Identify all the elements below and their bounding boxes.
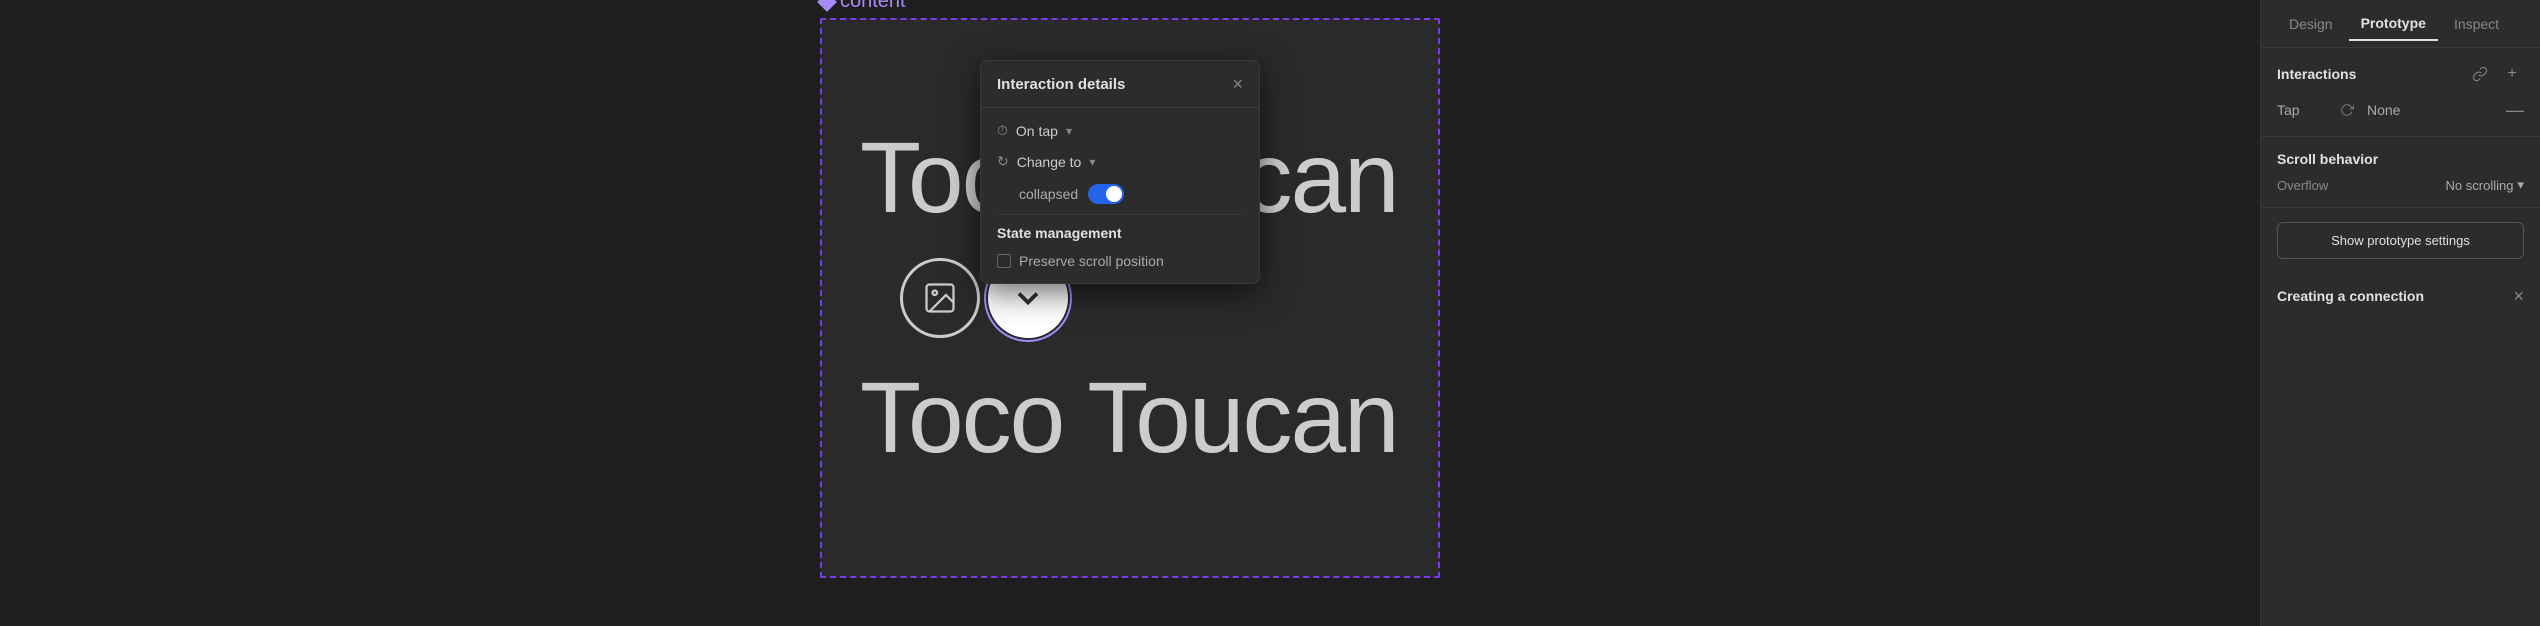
preserve-scroll-checkbox[interactable] — [997, 254, 1011, 268]
remove-interaction-button[interactable]: — — [2506, 100, 2524, 121]
tab-design[interactable]: Design — [2277, 8, 2345, 40]
interactions-section: Interactions + Tap — [2261, 48, 2540, 137]
change-to-row[interactable]: ↻ Change to ▾ — [997, 153, 1243, 170]
no-scrolling-value[interactable]: No scrolling ▾ — [2446, 177, 2524, 193]
interaction-details-panel: Interaction details × ⏱ On tap ▾ ↻ Chang… — [980, 60, 1260, 284]
interaction-panel-body: ⏱ On tap ▾ ↻ Change to ▾ collapsed State… — [981, 108, 1259, 283]
no-scrolling-label: No scrolling — [2446, 178, 2514, 193]
preserve-scroll-row: Preserve scroll position — [997, 253, 1243, 269]
on-tap-label: On tap — [1016, 123, 1058, 139]
creating-connection-title: Creating a connection — [2277, 288, 2424, 304]
interactions-section-actions: + — [2468, 62, 2524, 86]
interaction-panel-close-button[interactable]: × — [1232, 75, 1243, 93]
no-scrolling-chevron-icon: ▾ — [2517, 177, 2524, 193]
preserve-scroll-label: Preserve scroll position — [1019, 253, 1164, 269]
none-label: None — [2367, 102, 2400, 118]
tap-none-values: Tap None — [2277, 98, 2400, 122]
interaction-panel-title: Interaction details — [997, 76, 1125, 93]
tap-none-row: Tap None — — [2277, 98, 2524, 122]
scroll-behavior-section: Scroll behavior Overflow No scrolling ▾ — [2261, 137, 2540, 208]
on-tap-row[interactable]: ⏱ On tap ▾ — [997, 122, 1243, 139]
image-icon-circle[interactable] — [900, 258, 980, 338]
change-to-label: Change to — [1017, 154, 1082, 170]
sidebar-tabs: Design Prototype Inspect — [2261, 0, 2540, 48]
on-tap-chevron-icon: ▾ — [1066, 124, 1072, 138]
frame-label-text: content — [840, 0, 906, 13]
creating-connection-section: Creating a connection × — [2261, 273, 2540, 319]
canvas-area: content Toco Toucan Toco To — [0, 0, 2260, 626]
plus-icon: + — [2507, 65, 2516, 83]
creating-connection-close-button[interactable]: × — [2513, 287, 2524, 305]
change-to-chevron-icon: ▾ — [1089, 155, 1095, 169]
interactions-section-header: Interactions + — [2277, 62, 2524, 86]
tab-prototype[interactable]: Prototype — [2349, 7, 2438, 41]
prototype-link-icon[interactable] — [2468, 62, 2492, 86]
toggle-knob — [1106, 186, 1122, 202]
interactions-section-title: Interactions — [2277, 66, 2356, 82]
collapsed-label: collapsed — [1019, 186, 1078, 202]
add-interaction-button[interactable]: + — [2500, 62, 2524, 86]
interaction-panel-header: Interaction details × — [981, 61, 1259, 108]
show-prototype-settings-button[interactable]: Show prototype settings — [2277, 222, 2524, 259]
clock-icon: ⏱ — [997, 122, 1008, 139]
right-sidebar: Design Prototype Inspect Interactions + — [2260, 0, 2540, 626]
divider — [997, 214, 1243, 215]
tab-inspect[interactable]: Inspect — [2442, 8, 2511, 40]
text-bottom: Toco Toucan — [860, 368, 1398, 468]
collapsed-toggle[interactable] — [1088, 184, 1124, 204]
frame-label: content — [820, 0, 906, 13]
component-icon — [817, 0, 837, 11]
overflow-label: Overflow — [2277, 178, 2328, 193]
tap-refresh-icon[interactable] — [2335, 98, 2359, 122]
collapsed-row: collapsed — [997, 184, 1243, 204]
scroll-behavior-title: Scroll behavior — [2277, 151, 2524, 167]
scroll-behavior-row: Overflow No scrolling ▾ — [2277, 177, 2524, 193]
tap-label: Tap — [2277, 102, 2327, 118]
state-management-title: State management — [997, 225, 1243, 241]
change-icon: ↻ — [997, 153, 1009, 170]
